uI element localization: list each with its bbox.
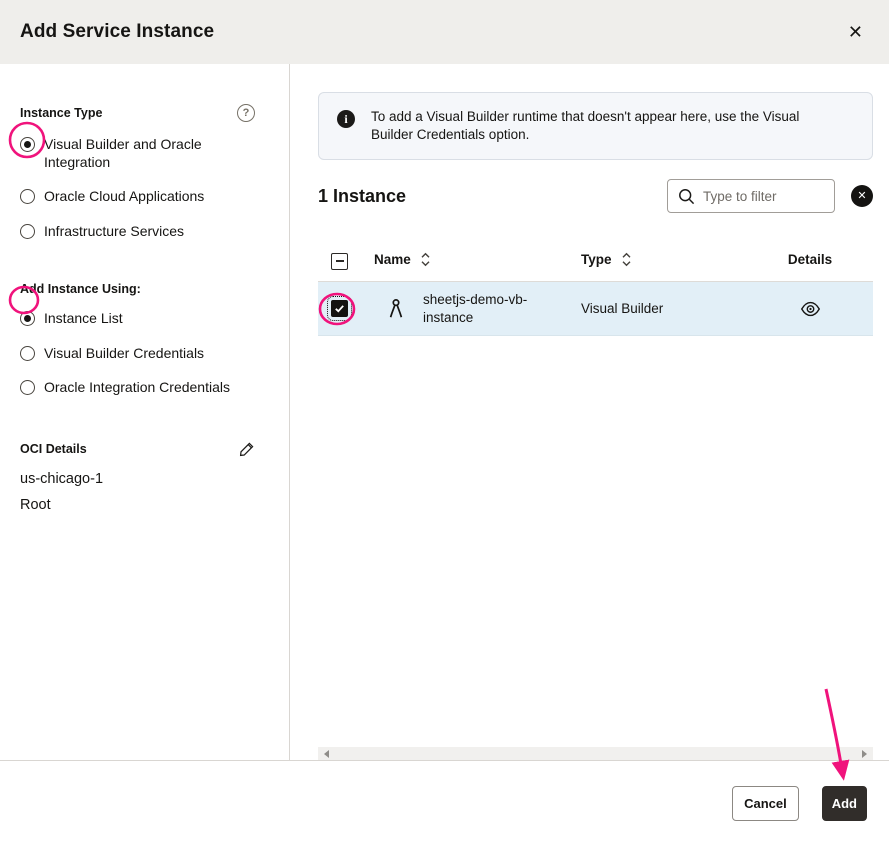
sort-icon[interactable] xyxy=(621,251,632,268)
filter-input[interactable] xyxy=(703,189,826,204)
horizontal-scrollbar[interactable] xyxy=(318,747,873,760)
radio-selected-icon xyxy=(20,311,35,326)
close-icon[interactable]: ✕ xyxy=(842,19,869,45)
instance-count-heading: 1 Instance xyxy=(318,186,406,207)
help-icon: ? xyxy=(237,104,255,122)
help-button[interactable]: ? xyxy=(237,104,255,122)
table-row[interactable]: sheetjs-demo-vb-instance Visual Builder xyxy=(318,282,873,336)
instance-name-cell: sheetjs-demo-vb-instance xyxy=(415,291,581,326)
radio-oracle-cloud-applications[interactable]: Oracle Cloud Applications xyxy=(20,188,255,206)
oci-details-section: OCI Details us-chicago-1 Root xyxy=(20,441,255,513)
info-banner-text: To add a Visual Builder runtime that doe… xyxy=(371,108,839,144)
add-service-instance-dialog: Add Service Instance ✕ Instance Type ? V… xyxy=(0,0,889,845)
list-toolbar: 1 Instance ✕ xyxy=(318,178,873,214)
radio-instance-list[interactable]: Instance List xyxy=(20,310,255,328)
pencil-icon xyxy=(239,441,255,457)
radio-selected-icon xyxy=(20,137,35,152)
main-panel: i To add a Visual Builder runtime that d… xyxy=(290,64,889,760)
add-instance-using-section: Add Instance Using: Instance List Visual… xyxy=(20,282,255,397)
add-button[interactable]: Add xyxy=(822,786,867,821)
table-header-row: Name Type xyxy=(318,238,873,282)
instance-table: Name Type xyxy=(318,238,873,760)
search-icon xyxy=(678,188,695,205)
radio-infrastructure-services[interactable]: Infrastructure Services xyxy=(20,223,255,241)
radio-unselected-icon xyxy=(20,380,35,395)
select-all-checkbox[interactable] xyxy=(331,253,348,270)
column-header-type[interactable]: Type xyxy=(581,251,759,268)
visual-builder-compass-icon xyxy=(374,298,415,320)
filter-box xyxy=(667,179,835,213)
info-banner: i To add a Visual Builder runtime that d… xyxy=(318,92,873,160)
column-header-details: Details xyxy=(759,252,873,267)
radio-unselected-icon xyxy=(20,224,35,239)
oci-details-label: OCI Details xyxy=(20,442,87,456)
add-instance-using-radio-group: Instance List Visual Builder Credentials… xyxy=(20,310,255,397)
radio-oracle-integration-credentials[interactable]: Oracle Integration Credentials xyxy=(20,379,255,397)
oci-region-value: us-chicago-1 xyxy=(20,471,255,487)
oci-compartment-value: Root xyxy=(20,497,255,513)
instance-type-label: Instance Type xyxy=(20,106,102,120)
row-checkbox[interactable] xyxy=(331,300,348,317)
sort-icon[interactable] xyxy=(420,251,431,268)
scroll-right-icon[interactable] xyxy=(858,747,871,760)
options-sidebar: Instance Type ? Visual Builder and Oracl… xyxy=(0,64,290,760)
column-header-name[interactable]: Name xyxy=(374,251,581,268)
instance-type-cell: Visual Builder xyxy=(581,301,759,316)
scroll-left-icon[interactable] xyxy=(320,747,333,760)
details-eye-button[interactable] xyxy=(800,301,821,317)
table-empty-area xyxy=(318,336,873,747)
eye-icon xyxy=(800,301,821,317)
instance-type-section-head: Instance Type ? xyxy=(20,104,255,122)
dialog-footer: Cancel Add xyxy=(0,760,889,845)
clear-filter-icon[interactable]: ✕ xyxy=(851,185,873,207)
radio-visual-builder-credentials[interactable]: Visual Builder Credentials xyxy=(20,345,255,363)
radio-unselected-icon xyxy=(20,346,35,361)
info-icon: i xyxy=(337,110,355,128)
add-instance-using-label: Add Instance Using: xyxy=(20,282,141,296)
edit-oci-details-button[interactable] xyxy=(239,441,255,457)
dialog-header: Add Service Instance ✕ xyxy=(0,0,889,64)
dialog-title: Add Service Instance xyxy=(20,21,214,43)
radio-visual-builder-and-oracle-integration[interactable]: Visual Builder and Oracle Integration xyxy=(20,136,255,171)
radio-unselected-icon xyxy=(20,189,35,204)
cancel-button[interactable]: Cancel xyxy=(732,786,799,821)
instance-type-radio-group: Visual Builder and Oracle Integration Or… xyxy=(20,136,255,240)
